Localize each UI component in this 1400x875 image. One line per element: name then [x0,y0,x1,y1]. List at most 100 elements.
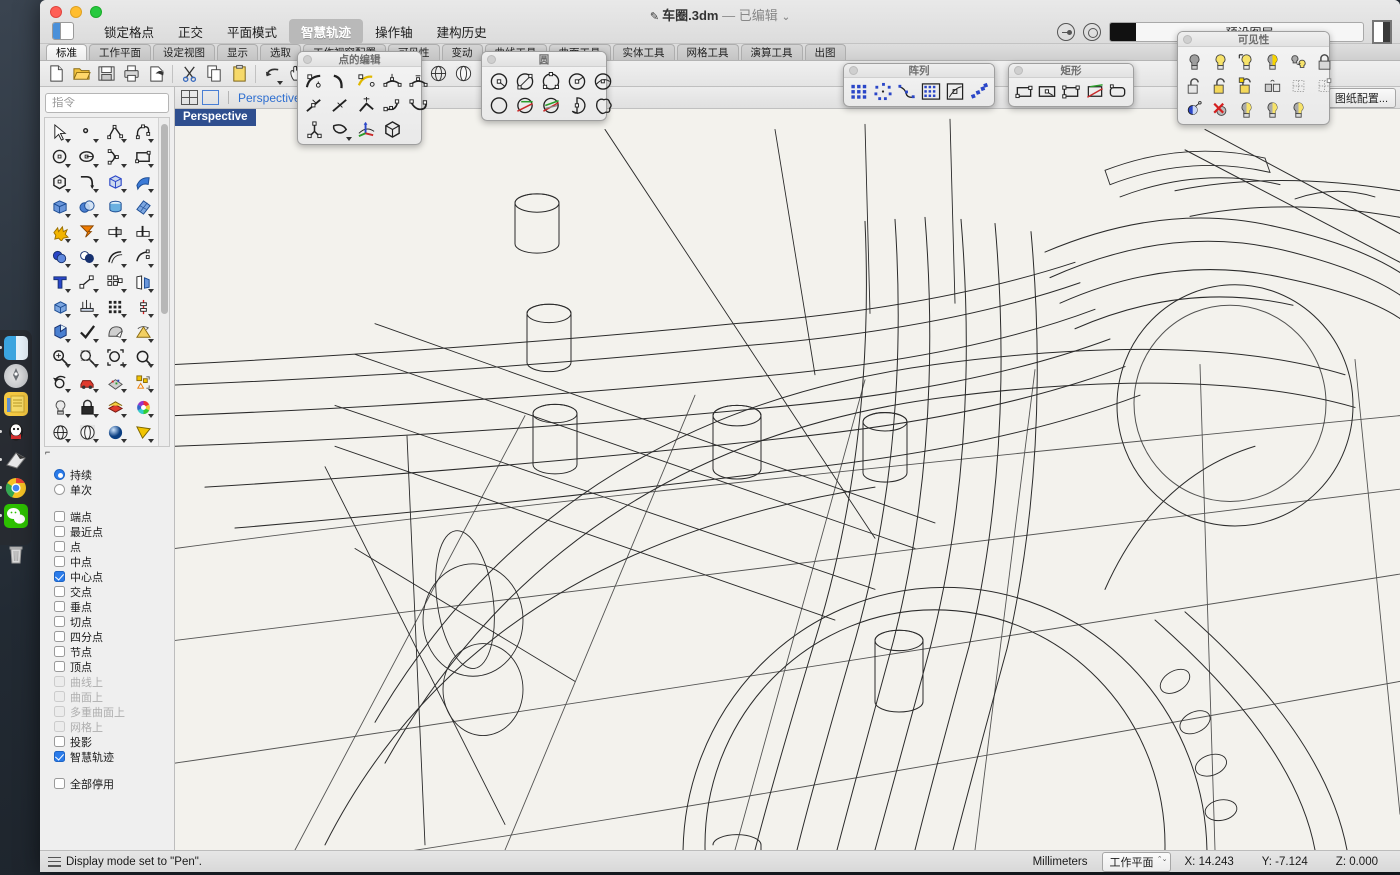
rect-3point-icon[interactable] [1060,80,1082,103]
status-menu-icon[interactable] [48,857,61,867]
palette-circle[interactable]: 圆 [481,51,607,121]
cut-icon[interactable] [177,62,201,86]
osnap-item[interactable]: 中心点 [54,569,174,584]
curve-edit-icon[interactable] [406,94,431,117]
tab-select[interactable]: 选取 [260,44,301,60]
osnap-item[interactable]: 垂点 [54,599,174,614]
circle-icon[interactable] [47,145,73,169]
circle-tangent-2-icon[interactable] [512,94,537,117]
print-icon[interactable] [119,62,143,86]
offset-with-options-icon[interactable] [130,245,156,269]
show-objects-icon[interactable] [1260,98,1285,121]
checkbox-osnap[interactable] [54,526,65,537]
tab-transform[interactable]: 变动 [442,44,483,60]
cone-icon[interactable] [130,320,156,344]
palette-rectangle-header[interactable]: 矩形 [1009,64,1133,78]
radio-once[interactable] [54,484,65,495]
grid-points-icon[interactable] [103,295,129,319]
swap-hidden-icon[interactable] [1286,98,1311,121]
checkbox-osnap[interactable] [54,601,65,612]
circle-deformable-icon[interactable] [486,94,511,117]
layout-config-button[interactable]: 图纸配置... [1327,88,1396,108]
tab-standard[interactable]: 标准 [46,44,87,60]
checkbox-osnap[interactable] [54,751,65,762]
array-on-surface-icon[interactable] [944,80,966,103]
cylinder-icon[interactable] [103,195,129,219]
circle-3point-icon[interactable] [538,70,563,93]
circle-tangent-icon[interactable] [564,70,589,93]
hide-point-off-icon[interactable] [1208,98,1233,121]
extrude-surface-icon[interactable] [130,170,156,194]
explode-icon[interactable] [47,220,73,244]
osnap-item[interactable]: 端点 [54,509,174,524]
shaded-display-icon[interactable] [103,420,129,444]
mode-gumball[interactable]: 操作轴 [363,19,425,44]
mode-history[interactable]: 建构历史 [425,19,499,44]
point-icon[interactable] [75,120,101,144]
chrome-icon[interactable] [4,476,28,500]
end-edit-icon[interactable] [380,94,405,117]
osnap-item[interactable]: 节点 [54,644,174,659]
palette-rectangle[interactable]: 矩形 [1008,63,1134,107]
array-linear-icon[interactable] [920,80,942,103]
paste-icon[interactable] [227,62,251,86]
tab-set-view[interactable]: 设定视图 [153,44,215,60]
isolate-icon[interactable] [1286,50,1311,73]
trash-icon[interactable] [4,542,28,566]
checkbox-osnap[interactable] [54,661,65,672]
smooth-icon[interactable] [328,118,353,141]
ellipse-icon[interactable] [75,145,101,169]
polyline-icon[interactable] [103,120,129,144]
hide-icon[interactable] [1182,50,1207,73]
render-mesh-icon[interactable] [103,370,129,394]
insert-control-point-icon[interactable] [302,70,327,93]
circle-around-curve-icon[interactable] [590,70,615,93]
unlock-selected-icon[interactable] [1208,74,1233,97]
polygon-icon[interactable] [47,170,73,194]
palette-array[interactable]: 阵列 [843,63,995,107]
wechat-icon[interactable] [4,504,28,528]
launchpad-icon[interactable] [4,364,28,388]
checkbox-disable-all[interactable] [54,778,65,789]
osnap-item[interactable]: 投影 [54,734,174,749]
osnap-item[interactable]: 四分点 [54,629,174,644]
osnap-item[interactable]: 顶点 [54,659,174,674]
document-app-icon[interactable] [4,448,28,472]
checkbox-osnap[interactable] [54,736,65,747]
array-along-curve-icon[interactable] [896,80,918,103]
toggle-right-sidebar-button[interactable] [1372,20,1392,44]
color-wheel-icon[interactable] [130,395,156,419]
hide-point-icon[interactable] [1182,98,1207,121]
box-icon[interactable] [47,195,73,219]
vehicle-render-icon[interactable] [75,370,101,394]
hide-objects-icon[interactable] [1234,98,1259,121]
lock-selected-icon[interactable] [1234,74,1259,97]
tab-drafting[interactable]: 出图 [805,44,846,60]
scale-icon[interactable] [130,295,156,319]
select-arrow-icon[interactable] [47,120,73,144]
add-points-icon[interactable] [380,70,405,93]
move-icon[interactable] [75,270,101,294]
mode-lock-grid[interactable]: 锁定格点 [92,19,166,44]
show-layer-icon[interactable] [1312,74,1337,97]
save-icon[interactable] [94,62,118,86]
layer-icon[interactable] [103,395,129,419]
tab-mesh-tools[interactable]: 网格工具 [677,44,739,60]
open-file-icon[interactable] [69,62,93,86]
wireframe-display-icon[interactable] [47,420,73,444]
hide-layer-icon[interactable] [1286,74,1311,97]
unlock-icon[interactable] [1182,74,1207,97]
copy-icon[interactable] [202,62,226,86]
palette-point-edit-header[interactable]: 点的编辑 [298,52,421,67]
text-icon[interactable] [47,270,73,294]
osnap-mode-persistent[interactable]: 持续 [54,467,174,482]
command-line[interactable] [45,93,169,113]
lock-swap-icon[interactable] [1260,74,1285,97]
mode-ortho[interactable]: 正交 [166,19,215,44]
single-view-icon[interactable] [202,90,219,105]
palette-visibility[interactable]: 可见性 [1177,31,1330,125]
rect-vertical-icon[interactable] [1084,80,1106,103]
circle-tangent-3-icon[interactable] [538,94,563,117]
insert-knot-icon[interactable] [354,70,379,93]
point-off-icon[interactable] [302,94,327,117]
